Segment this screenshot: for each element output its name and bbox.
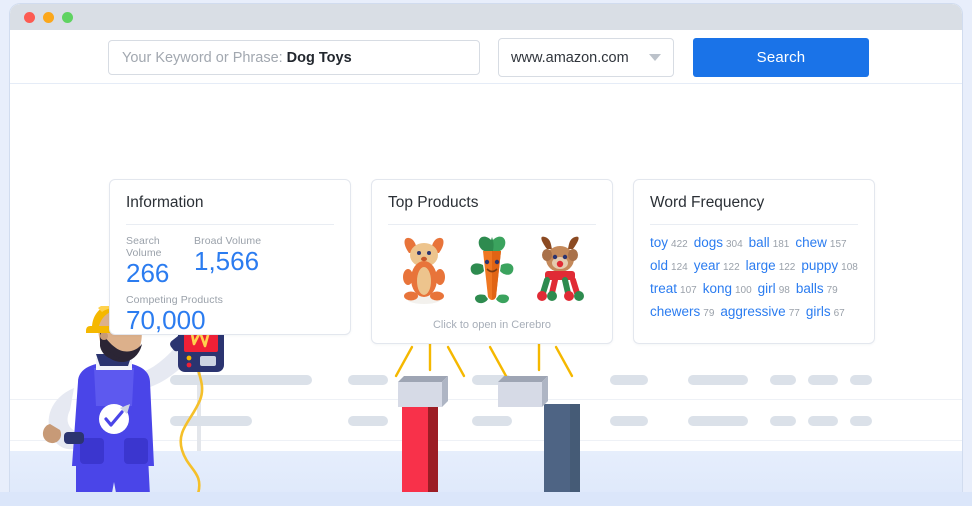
word-frequency-count: 79 — [703, 308, 715, 319]
page-bottom-band — [0, 492, 972, 506]
word-frequency-row: treat 107 kong 100 girl 98 balls 79 — [650, 280, 862, 299]
metric-broad-volume: Broad Volume 1,566 — [194, 235, 261, 289]
traffic-light-controls — [24, 12, 73, 23]
keyword-input-placeholder: Your Keyword or Phrase: — [122, 49, 283, 66]
word-frequency-term[interactable]: year — [694, 258, 720, 273]
word-frequency-term[interactable]: girls — [806, 304, 831, 319]
word-frequency-count: 124 — [671, 262, 688, 273]
marketplace-select-value: www.amazon.com — [511, 49, 629, 66]
word-frequency-term[interactable]: old — [650, 258, 668, 273]
word-frequency-row: toy 422 dogs 304 ball 181 chew 157 — [650, 234, 862, 253]
illustration-floor — [10, 451, 962, 493]
page-root: Your Keyword or Phrase: Dog Toys www.ama… — [0, 0, 972, 506]
word-frequency-term[interactable]: aggressive — [720, 304, 785, 319]
word-frequency-term[interactable]: ball — [749, 235, 770, 250]
word-frequency-term[interactable]: balls — [796, 281, 824, 296]
metric-value: 70,000 — [126, 304, 206, 335]
word-frequency-row: chewers 79 aggressive 77 girls 67 — [650, 303, 862, 322]
word-frequency-count: 79 — [826, 285, 838, 296]
metric-value: 1,566 — [194, 246, 260, 276]
word-frequency-term[interactable]: kong — [703, 281, 732, 296]
word-frequency-term[interactable]: large — [746, 258, 776, 273]
word-frequency-count: 122 — [778, 262, 796, 273]
cerebro-link-note[interactable]: Click to open in Cerebro — [372, 305, 612, 331]
word-frequency-term[interactable]: toy — [650, 235, 668, 250]
word-frequency-list: toy 422 dogs 304 ball 181 chew 157 old 124 year 12… — [634, 225, 862, 322]
marketplace-select[interactable]: www.amazon.com — [498, 38, 674, 77]
word-frequency-count: 304 — [725, 239, 743, 250]
word-frequency-count: 108 — [841, 262, 858, 273]
word-frequency-term[interactable]: chewers — [650, 304, 700, 319]
results-content: Information Search Volume 266 Broad Volu… — [10, 84, 962, 493]
maximize-window-icon[interactable] — [62, 12, 73, 23]
word-frequency-count: 181 — [772, 239, 790, 250]
word-frequency-count: 122 — [722, 262, 740, 273]
keyword-input-value: Dog Toys — [286, 49, 352, 66]
word-frequency-term[interactable]: dogs — [694, 235, 723, 250]
word-frequency-term[interactable]: puppy — [801, 258, 838, 273]
top-products-list — [372, 225, 612, 305]
metric-label: Search Volume — [126, 235, 162, 259]
plush-carrot-dog-toy-image[interactable] — [465, 235, 519, 305]
search-button[interactable]: Search — [693, 38, 869, 77]
chevron-down-icon — [649, 54, 661, 61]
word-frequency-count: 107 — [680, 285, 697, 296]
information-card-title: Information — [126, 194, 204, 211]
metric-value: 266 — [126, 258, 170, 288]
window-titlebar — [10, 4, 962, 30]
top-products-card-title: Top Products — [388, 194, 479, 211]
close-window-icon[interactable] — [24, 12, 35, 23]
keyword-input[interactable]: Your Keyword or Phrase: Dog Toys — [108, 40, 480, 75]
word-frequency-count: 98 — [778, 285, 790, 296]
metric-search-volume: Search Volume 266 — [126, 235, 194, 289]
word-frequency-count: 157 — [829, 239, 847, 250]
word-frequency-card-title: Word Frequency — [650, 194, 765, 211]
word-frequency-term[interactable]: chew — [795, 235, 827, 250]
word-frequency-term[interactable]: treat — [650, 281, 677, 296]
plush-reindeer-dog-toy-image[interactable] — [533, 235, 587, 305]
metric-competing-products: Competing Products 70,000 — [110, 289, 350, 336]
information-card: Information Search Volume 266 Broad Volu… — [109, 179, 351, 335]
browser-window: Your Keyword or Phrase: Dog Toys www.ama… — [10, 4, 962, 493]
minimize-window-icon[interactable] — [43, 12, 54, 23]
word-frequency-count: 77 — [788, 308, 800, 319]
search-toolbar: Your Keyword or Phrase: Dog Toys www.ama… — [10, 30, 962, 84]
word-frequency-card: Word Frequency toy 422 dogs 304 ball 181 chew 1… — [633, 179, 875, 344]
plush-bunny-dog-toy-image[interactable] — [397, 235, 451, 305]
word-frequency-count: 422 — [671, 239, 688, 250]
word-frequency-count: 67 — [833, 308, 845, 319]
word-frequency-count: 100 — [734, 285, 752, 296]
information-metrics-row: Search Volume 266 Broad Volume 1,566 — [110, 225, 350, 289]
word-frequency-term[interactable]: girl — [758, 281, 776, 296]
word-frequency-row: old 124 year 122 large 122 puppy 108 — [650, 257, 862, 276]
top-products-card[interactable]: Top Products Click to open in Cerebro — [371, 179, 613, 344]
